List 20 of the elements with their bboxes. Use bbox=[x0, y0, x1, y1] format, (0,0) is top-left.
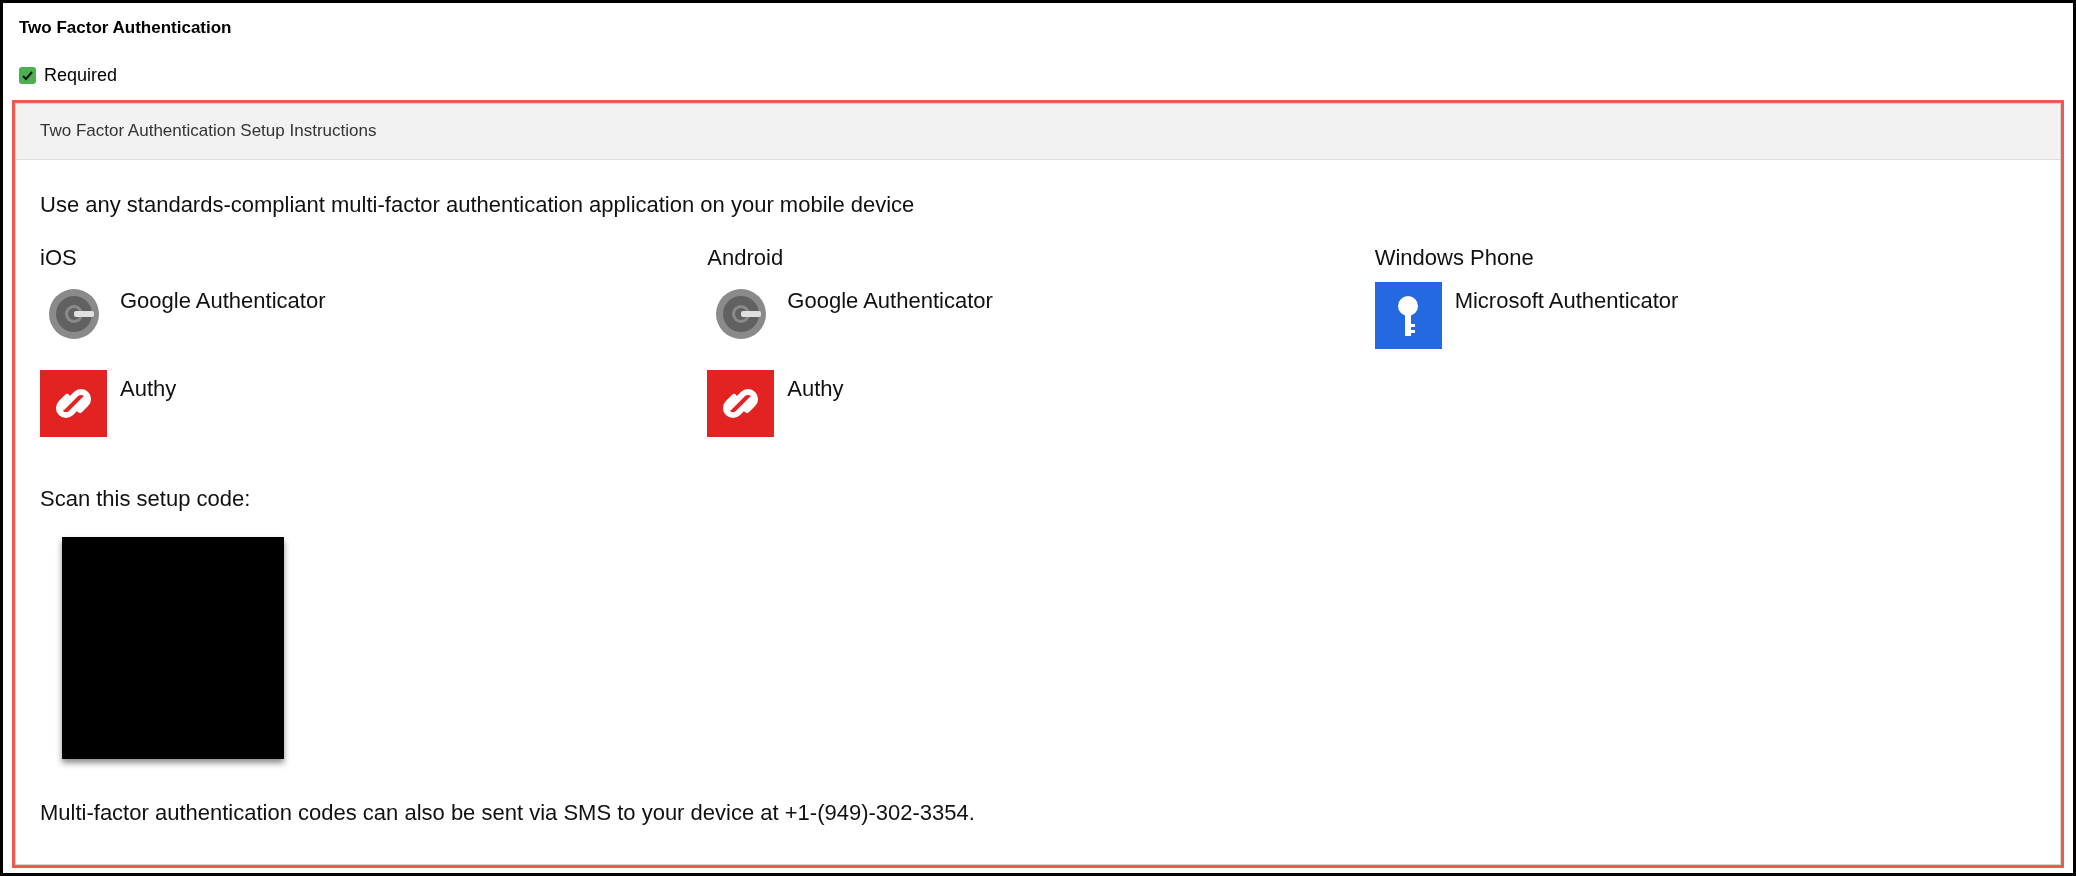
platform-heading: Android bbox=[707, 243, 785, 272]
sms-note: Multi-factor authentication codes can also be sent via SMS to your device at +1-(949)-302-3354. bbox=[40, 798, 976, 827]
google-authenticator-icon bbox=[48, 287, 100, 340]
required-checkbox[interactable] bbox=[19, 66, 36, 84]
authy-icon bbox=[707, 369, 775, 437]
google-authenticator-icon bbox=[715, 287, 768, 340]
key-icon bbox=[1374, 281, 1442, 349]
section-title: Two Factor Authentication bbox=[19, 17, 233, 39]
app-name: Google Authenticator bbox=[787, 286, 993, 315]
authy-icon bbox=[40, 369, 107, 437]
app-name: Authy bbox=[787, 374, 844, 403]
checkbox-label: Required bbox=[44, 63, 118, 87]
app-name: Google Authenticator bbox=[120, 286, 326, 315]
scan-label: Scan this setup code: bbox=[40, 484, 252, 513]
platform-heading: iOS bbox=[40, 243, 78, 272]
intro-text: Use any standards-compliant multi-factor authentication application on your mobile device bbox=[40, 190, 916, 219]
platform-heading: Windows Phone bbox=[1374, 243, 1535, 272]
app-name: Microsoft Authenticator bbox=[1454, 286, 1679, 315]
app-name: Authy bbox=[120, 374, 177, 403]
panel-header: Two Factor Authentication Setup Instructions bbox=[16, 103, 2060, 160]
